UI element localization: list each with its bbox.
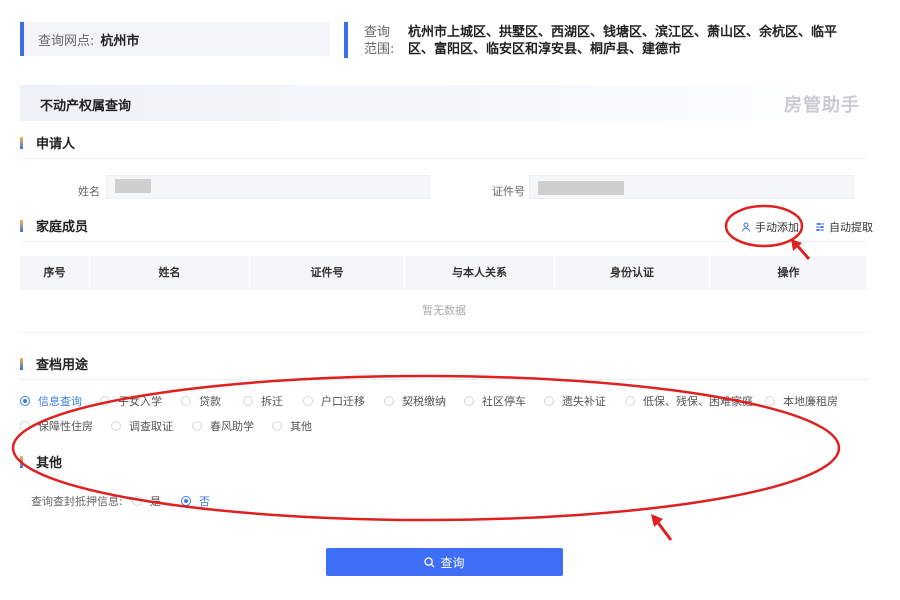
section-applicant: 申请人: [20, 132, 868, 159]
filter-icon: [816, 223, 824, 231]
brand-watermark: 房管助手: [784, 95, 860, 116]
radio-circle: [625, 396, 635, 406]
col-id: 证件号: [250, 256, 405, 290]
radio-circle: [100, 396, 110, 406]
col-verification: 身份认证: [555, 256, 710, 290]
purpose-option-label: 遗失补证: [562, 395, 606, 408]
purpose-option-subsidy[interactable]: 低保、残保、困难家庭: [625, 393, 753, 409]
query-range-text: 杭州市上城区、拱墅区、西湖区、钱塘区、滨江区、萧山区、余杭区、临平区、富阳区、临…: [408, 25, 838, 57]
query-button-label: 查询: [440, 555, 465, 570]
section-marker: [20, 456, 23, 468]
applicant-name-label: 姓名: [78, 185, 100, 198]
purpose-option-label: 贷款: [199, 395, 221, 408]
radio-circle: [181, 496, 191, 506]
purpose-option-school[interactable]: 子女入学: [100, 393, 162, 409]
section-title-applicant: 申请人: [36, 137, 76, 152]
col-actions: 操作: [710, 256, 868, 290]
redacted-name: [115, 179, 151, 193]
page-title: 不动产权属查询: [40, 99, 132, 114]
manual-add-label: 手动添加: [755, 221, 799, 234]
radio-circle: [544, 396, 554, 406]
purpose-option-hukou[interactable]: 户口迁移: [303, 393, 365, 409]
radio-circle: [765, 396, 775, 406]
purpose-option-loan[interactable]: 贷款: [181, 393, 221, 409]
query-range-label-1: 查询: [364, 25, 391, 40]
section-purpose: 查档用途: [20, 353, 868, 380]
applicant-name-field[interactable]: [106, 175, 430, 199]
radio-circle: [243, 396, 253, 406]
section-title-purpose: 查档用途: [36, 358, 89, 373]
radio-circle: [20, 396, 30, 406]
applicant-id-field[interactable]: [529, 175, 854, 199]
purpose-option-label: 低保、残保、困难家庭: [643, 395, 753, 408]
arrow-head-bottom: [651, 514, 663, 527]
query-outlet-label: 查询网点:: [38, 33, 95, 49]
radio-circle: [464, 396, 474, 406]
user-icon: [742, 222, 750, 232]
purpose-option-label: 户口迁移: [321, 395, 365, 408]
purpose-option-label: 调查取证: [129, 420, 173, 433]
query-outlet-value: 杭州市: [100, 33, 140, 49]
purpose-option-demolition[interactable]: 拆迁: [243, 393, 283, 409]
purpose-option-label: 社区停车: [482, 395, 526, 408]
page-banner: 不动产权属查询 房管助手: [20, 85, 870, 121]
section-other: 其他: [20, 451, 868, 477]
radio-circle: [192, 421, 202, 431]
query-outlet-box: 查询网点: 杭州市: [20, 22, 330, 56]
col-relation: 与本人关系: [405, 256, 555, 290]
section-marker: [20, 358, 23, 370]
purpose-option-rental[interactable]: 本地廉租房: [765, 393, 838, 409]
mortgage-query-label: 查询查封抵押信息:: [31, 495, 123, 508]
applicant-id-label: 证件号: [492, 185, 525, 198]
radio-circle: [181, 396, 191, 406]
search-icon: [424, 556, 435, 567]
purpose-option-label: 信息查询: [38, 395, 82, 408]
family-table-empty: 暂无数据: [20, 290, 868, 333]
purpose-option-info[interactable]: 信息查询: [20, 393, 82, 409]
arrow-shaft-bottom: [654, 519, 673, 541]
mortgage-option-yes[interactable]: 是: [132, 493, 161, 509]
section-marker: [20, 137, 23, 149]
query-range-box: 查询 范围: 杭州市上城区、拱墅区、西湖区、钱塘区、滨江区、萧山区、余杭区、临平…: [344, 22, 854, 58]
section-marker: [20, 220, 23, 232]
radio-circle: [20, 421, 30, 431]
purpose-option-scholarship[interactable]: 春风助学: [192, 418, 254, 434]
auto-fetch-button[interactable]: 自动提取: [815, 219, 873, 235]
radio-circle: [111, 421, 121, 431]
purpose-option-label: 保障性住房: [38, 420, 93, 433]
purpose-option-label: 春风助学: [210, 420, 254, 433]
purpose-option-label: 其他: [290, 420, 312, 433]
radio-circle: [303, 396, 313, 406]
mortgage-option-no[interactable]: 否: [181, 493, 210, 509]
radio-circle: [384, 396, 394, 406]
purpose-option-affordable[interactable]: 保障性住房: [20, 418, 93, 434]
purpose-option-investigation[interactable]: 调查取证: [111, 418, 173, 434]
purpose-option-parking[interactable]: 社区停车: [464, 393, 526, 409]
family-table-header: 序号 姓名 证件号 与本人关系 身份认证 操作: [20, 256, 868, 290]
mortgage-no-label: 否: [199, 495, 210, 508]
query-range-label-2: 范围:: [364, 42, 395, 57]
purpose-option-label: 契税缴纳: [402, 395, 446, 408]
purpose-option-tax[interactable]: 契税缴纳: [384, 393, 446, 409]
auto-fetch-label: 自动提取: [829, 221, 873, 234]
col-name: 姓名: [90, 256, 250, 290]
purpose-option-label: 拆迁: [261, 395, 283, 408]
mortgage-yes-label: 是: [150, 495, 161, 508]
purpose-option-label: 本地廉租房: [783, 395, 838, 408]
col-index: 序号: [20, 256, 90, 290]
purpose-option-other[interactable]: 其他: [272, 418, 312, 434]
purpose-option-reissue[interactable]: 遗失补证: [544, 393, 606, 409]
redacted-id: [538, 181, 624, 195]
radio-circle: [272, 421, 282, 431]
radio-circle: [132, 496, 142, 506]
purpose-option-label: 子女入学: [118, 395, 162, 408]
query-button[interactable]: 查询: [326, 548, 563, 576]
section-title-other: 其他: [36, 456, 63, 471]
section-title-family: 家庭成员: [36, 220, 89, 235]
manual-add-button[interactable]: 手动添加: [741, 219, 799, 235]
